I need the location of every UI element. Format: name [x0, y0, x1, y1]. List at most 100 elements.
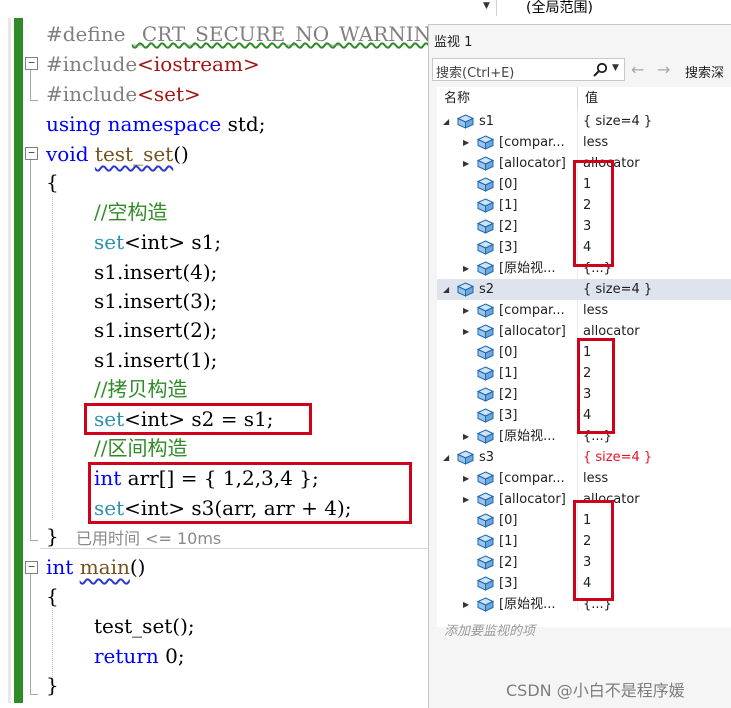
function-separator	[40, 548, 430, 549]
watch-row-variable[interactable]: ◢ s2 { size=4 }	[437, 279, 731, 300]
watch-row-child[interactable]: ▶ [allocator] allocator	[437, 321, 731, 342]
watch-row-name: [0]	[499, 513, 518, 528]
watch-row-child[interactable]: [2] 3	[437, 216, 731, 237]
fold-guide-end	[30, 540, 38, 541]
watch-row-value[interactable]: less	[583, 300, 608, 321]
column-divider[interactable]	[577, 87, 578, 111]
column-header-value[interactable]: 值	[585, 87, 599, 111]
fold-guide	[30, 574, 31, 694]
variable-cube-icon	[477, 198, 494, 213]
search-options-dropdown-icon[interactable]: ▼	[612, 63, 619, 73]
watch-row-name: [allocator]	[499, 324, 566, 339]
watch-row-child[interactable]: [0] 1	[437, 342, 731, 363]
code-line-19: int main()	[46, 555, 146, 579]
expand-arrow-icon[interactable]: ▶	[463, 489, 469, 510]
watch-row-child[interactable]: [2] 3	[437, 552, 731, 573]
watch-row-value[interactable]: 2	[583, 195, 591, 216]
code-line-12: s1.insert(1);	[94, 348, 218, 372]
variable-cube-icon	[477, 555, 494, 570]
watch-row-value[interactable]: less	[583, 468, 608, 489]
code-line-16: int arr[] = { 1,2,3,4 };	[94, 466, 319, 490]
watch-grid[interactable]: 名称 值 ◢ s1 { size=4 } ▶ [compar... less ▶ [alloc…	[437, 87, 731, 639]
watch-row-value[interactable]: 4	[583, 405, 591, 426]
watch-row-value[interactable]: { size=4 }	[583, 279, 652, 300]
watch-row-value[interactable]: 1	[583, 510, 591, 531]
watch-row-value[interactable]: allocator	[583, 321, 640, 342]
watch-row-child[interactable]: ▶ [原始视... {...}	[437, 258, 731, 279]
watch-row-child[interactable]: ▶ [原始视... {...}	[437, 426, 731, 447]
watch-row-value[interactable]: {...}	[583, 594, 612, 615]
watch-row-value[interactable]: 1	[583, 174, 591, 195]
expand-arrow-icon[interactable]: ▶	[463, 258, 469, 279]
expand-arrow-icon[interactable]: ▶	[463, 153, 469, 174]
watch-row-child[interactable]: [3] 4	[437, 237, 731, 258]
expand-arrow-icon[interactable]: ▶	[463, 594, 469, 615]
watch-row-child[interactable]: [0] 1	[437, 174, 731, 195]
search-icon[interactable]	[591, 62, 609, 78]
expand-arrow-icon[interactable]: ▶	[463, 132, 469, 153]
search-next-arrow-icon[interactable]: →	[657, 60, 670, 79]
expand-arrow-icon[interactable]: ▶	[463, 321, 469, 342]
code-line-4: using namespace std;	[46, 112, 266, 136]
watch-row-value[interactable]: allocator	[583, 153, 640, 174]
watch-row-value[interactable]: less	[583, 132, 608, 153]
watch-row-child[interactable]: [1] 2	[437, 195, 731, 216]
watch-row-child[interactable]: ▶ [compar... less	[437, 132, 731, 153]
watch-row-value[interactable]: 3	[583, 216, 591, 237]
elapsed-time-hint: 已用时间 <= 10ms	[76, 529, 222, 548]
add-watch-item[interactable]: 添加要监视的项	[444, 620, 535, 639]
search-previous-arrow-icon[interactable]: ←	[631, 60, 644, 79]
watch-row-value[interactable]: 2	[583, 531, 591, 552]
watch-row-child[interactable]: ▶ [allocator] allocator	[437, 153, 731, 174]
watch-row-value[interactable]: 3	[583, 552, 591, 573]
combo-dropdown-icon[interactable]: ▼	[483, 1, 490, 11]
code-line-20: {	[46, 584, 59, 608]
variable-cube-icon	[477, 219, 494, 234]
collapse-arrow-icon[interactable]: ◢	[443, 447, 449, 468]
watch-row-child[interactable]: ▶ [allocator] allocator	[437, 489, 731, 510]
variable-cube-icon	[477, 597, 494, 612]
watch-row-child[interactable]: ▶ [原始视... {...}	[437, 594, 731, 615]
scope-combo[interactable]: (全局范围)	[526, 0, 593, 17]
fold-toggle-include[interactable]: −	[25, 57, 38, 70]
code-line-17: set<int> s3(arr, arr + 4);	[94, 496, 352, 520]
watch-row-value[interactable]: {...}	[583, 258, 612, 279]
watch-row-value[interactable]: 1	[583, 342, 591, 363]
watch-row-child[interactable]: [0] 1	[437, 510, 731, 531]
watch-row-name: [原始视...	[499, 429, 556, 444]
watch-row-value[interactable]: {...}	[583, 426, 612, 447]
watch-row-child[interactable]: [3] 4	[437, 405, 731, 426]
fold-toggle-test-set[interactable]: −	[25, 147, 38, 160]
collapse-arrow-icon[interactable]: ◢	[443, 111, 449, 132]
watch-row-value[interactable]: 2	[583, 363, 591, 384]
csdn-watermark: CSDN @小白不是程序媛	[506, 681, 685, 700]
variable-cube-icon	[477, 387, 494, 402]
watch-row-value[interactable]: 4	[583, 237, 591, 258]
collapse-arrow-icon[interactable]: ◢	[443, 279, 449, 300]
watch-row-value[interactable]: allocator	[583, 489, 640, 510]
watch-row-name: [0]	[499, 345, 518, 360]
watch-row-child[interactable]: [3] 4	[437, 573, 731, 594]
watch-row-name: s3	[479, 450, 495, 465]
watch-panel[interactable]: 监视 1 搜索(Ctrl+E) ▼ ← → 搜索深 名称 值 ◢ s1 { size…	[428, 24, 731, 708]
expand-arrow-icon[interactable]: ▶	[463, 468, 469, 489]
watch-row-child[interactable]: [1] 2	[437, 363, 731, 384]
watch-row-value[interactable]: { size=4 }	[583, 111, 652, 132]
indent-guide	[52, 195, 53, 520]
watch-row-child[interactable]: [2] 3	[437, 384, 731, 405]
expand-arrow-icon[interactable]: ▶	[463, 426, 469, 447]
watch-search-input[interactable]: 搜索(Ctrl+E) ▼	[432, 58, 625, 81]
watch-row-child[interactable]: ▶ [compar... less	[437, 468, 731, 489]
watch-row-child[interactable]: [1] 2	[437, 531, 731, 552]
code-line-23: }	[46, 673, 59, 697]
watch-row-value[interactable]: { size=4 }	[583, 447, 652, 468]
watch-row-value[interactable]: 4	[583, 573, 591, 594]
column-header-name[interactable]: 名称	[444, 87, 471, 111]
fold-toggle-main[interactable]: −	[25, 561, 38, 574]
expand-arrow-icon[interactable]: ▶	[463, 300, 469, 321]
watch-row-child[interactable]: ▶ [compar... less	[437, 300, 731, 321]
watch-row-variable[interactable]: ◢ s3 { size=4 }	[437, 447, 731, 468]
line-number-margin	[8, 18, 11, 703]
watch-row-variable[interactable]: ◢ s1 { size=4 }	[437, 111, 731, 132]
watch-row-value[interactable]: 3	[583, 384, 591, 405]
